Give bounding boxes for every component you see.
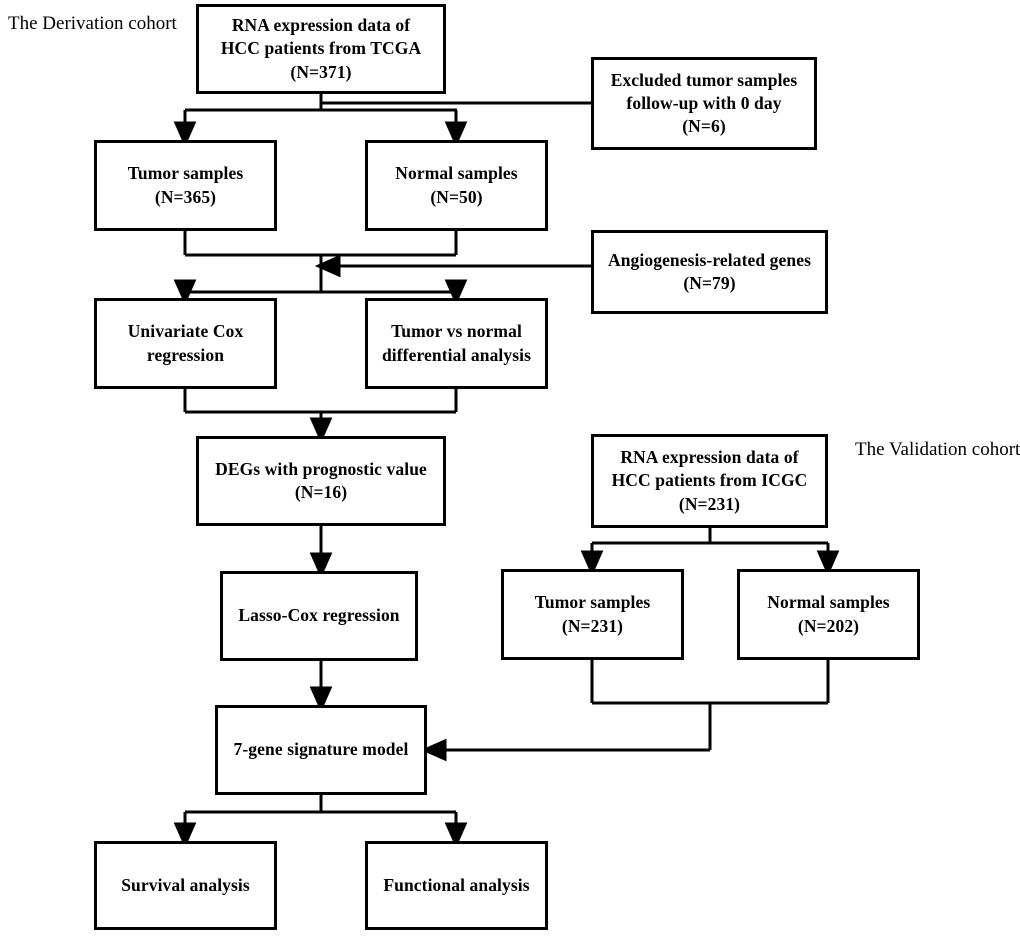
node-univariate-cox: Univariate Cox regression (94, 298, 277, 389)
node-functional-analysis: Functional analysis (365, 841, 548, 930)
node-icgc-normal-samples: Normal samples (N=202) (737, 569, 920, 660)
node-excluded-samples: Excluded tumor samples follow-up with 0 … (591, 57, 817, 150)
node-differential-analysis: Tumor vs normal differential analysis (365, 298, 548, 389)
node-survival-analysis-text: Survival analysis (121, 874, 250, 895)
flowchart-canvas: The Derivation cohort The Validation coh… (0, 0, 1020, 936)
node-angiogenesis-genes: Angiogenesis-related genes (N=79) (591, 230, 828, 314)
derivation-cohort-label: The Derivation cohort (8, 13, 177, 34)
node-icgc-tumor-samples-text: Tumor samples (N=231) (534, 592, 651, 636)
node-icgc-source: RNA expression data of HCC patients from… (591, 434, 828, 528)
node-tcga-normal-samples: Normal samples (N=50) (365, 140, 548, 231)
node-differential-analysis-text: Tumor vs normal differential analysis (381, 321, 532, 365)
node-survival-analysis: Survival analysis (94, 841, 277, 930)
node-tcga-source-text: RNA expression data of HCC patients from… (220, 15, 422, 82)
node-excluded-samples-text: Excluded tumor samples follow-up with 0 … (610, 69, 798, 137)
node-tcga-tumor-samples-text: Tumor samples (N=365) (127, 163, 244, 207)
node-signature-model-text: 7-gene signature model (233, 739, 409, 760)
node-degs-prognostic: DEGs with prognostic value (N=16) (196, 436, 446, 526)
node-angiogenesis-genes-text: Angiogenesis-related genes (N=79) (607, 249, 812, 293)
node-icgc-tumor-samples: Tumor samples (N=231) (501, 569, 684, 660)
node-degs-prognostic-text: DEGs with prognostic value (N=16) (215, 458, 427, 502)
node-lasso-cox-regression-text: Lasso-Cox regression (238, 605, 400, 626)
node-signature-model: 7-gene signature model (215, 705, 427, 795)
node-lasso-cox-regression: Lasso-Cox regression (220, 571, 418, 661)
node-tcga-normal-samples-text: Normal samples (N=50) (395, 163, 518, 207)
node-icgc-source-text: RNA expression data of HCC patients from… (611, 447, 808, 514)
validation-cohort-label: The Validation cohort (855, 439, 1020, 460)
node-univariate-cox-text: Univariate Cox regression (127, 321, 244, 365)
node-functional-analysis-text: Functional analysis (383, 874, 530, 895)
node-tcga-source: RNA expression data of HCC patients from… (196, 4, 446, 94)
node-icgc-normal-samples-text: Normal samples (N=202) (767, 592, 890, 636)
node-tcga-tumor-samples: Tumor samples (N=365) (94, 140, 277, 231)
